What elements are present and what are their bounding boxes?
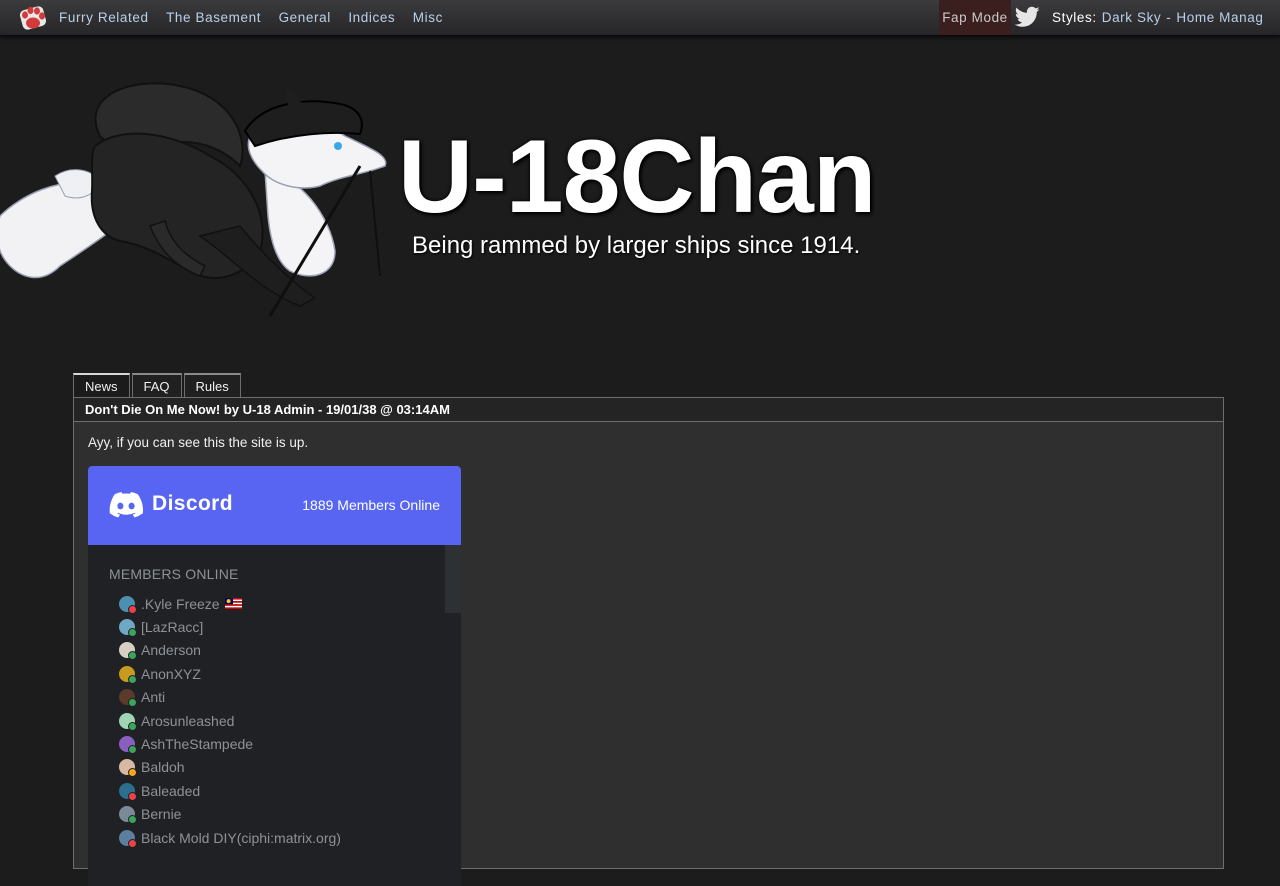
fap-mode-toggle[interactable]: Fap Mode <box>939 0 1011 35</box>
member-avatar <box>119 736 137 755</box>
malaysia-flag-icon <box>224 598 242 610</box>
member-name: [LazRacc] <box>141 619 204 636</box>
member-name: Anti <box>141 689 166 706</box>
site-title: U-18Chan <box>398 119 876 235</box>
member-avatar <box>119 689 137 708</box>
discord-member[interactable]: Black Mold DIY(ciphi:matrix.org) <box>119 826 341 849</box>
paw-logo-icon[interactable] <box>16 2 50 33</box>
status-dot-icon <box>128 721 137 731</box>
news-panel: Don't Die On Me Now! by U-18 Admin - 19/… <box>73 397 1224 886</box>
tab-rules[interactable]: Rules <box>183 373 241 398</box>
member-avatar <box>119 712 137 731</box>
top-navigation-bar: Furry Related The Basement General Indic… <box>0 0 1280 36</box>
discord-widget: Discord 1889 Members Online MEMBERS ONLI… <box>88 466 461 886</box>
member-name: AnonXYZ <box>141 665 201 682</box>
discord-member[interactable]: Bernie <box>119 803 341 826</box>
status-dot-icon <box>128 628 137 638</box>
site-tagline: Being rammed by larger ships since 1914. <box>412 232 861 259</box>
nav-indices[interactable]: Indices <box>348 10 395 25</box>
discord-member[interactable]: Baleaded <box>119 779 341 802</box>
discord-scrollbar[interactable] <box>445 545 461 613</box>
status-dot-icon <box>128 698 137 708</box>
discord-widget-header: Discord 1889 Members Online <box>88 466 461 545</box>
discord-member[interactable]: AnonXYZ <box>119 662 341 685</box>
member-name: Black Mold DIY(ciphi:matrix.org) <box>141 829 341 846</box>
style-dark-sky-link[interactable]: Dark Sky <box>1102 10 1162 25</box>
styles-separator: - <box>1166 10 1172 25</box>
info-tabs: News FAQ Rules <box>73 373 243 398</box>
member-name: .Kyle Freeze <box>141 595 220 612</box>
discord-section-title: MEMBERS ONLINE <box>109 566 239 582</box>
member-name: Baleaded <box>141 782 201 799</box>
member-name: Arosunleashed <box>141 712 235 729</box>
status-dot-icon <box>128 745 137 755</box>
board-category-nav: Furry Related The Basement General Indic… <box>59 0 460 35</box>
member-avatar <box>119 782 137 801</box>
discord-member[interactable]: Anti <box>119 686 341 709</box>
member-name: Baldoh <box>141 759 185 776</box>
tab-news[interactable]: News <box>73 373 130 398</box>
twitter-bird-icon[interactable] <box>1015 6 1040 28</box>
discord-members-online-count: 1889 Members Online <box>302 497 440 513</box>
nav-the-basement[interactable]: The Basement <box>166 10 261 25</box>
member-avatar <box>119 642 137 661</box>
discord-member[interactable]: .Kyle Freeze <box>119 592 341 615</box>
news-heading: Don't Die On Me Now! by U-18 Admin - 19/… <box>74 398 1223 422</box>
member-avatar <box>119 595 137 614</box>
discord-member[interactable]: Arosunleashed <box>119 709 341 732</box>
discord-member[interactable]: Anderson <box>119 639 341 662</box>
discord-widget-body: MEMBERS ONLINE .Kyle Freeze [LazRacc] Ande… <box>88 545 461 886</box>
discord-logo-icon[interactable] <box>109 492 143 518</box>
status-dot-icon <box>128 651 137 661</box>
nav-furry-related[interactable]: Furry Related <box>59 10 149 25</box>
member-avatar <box>119 759 137 778</box>
styles-label: Styles: <box>1052 10 1097 25</box>
discord-member[interactable]: [LazRacc] <box>119 615 341 638</box>
status-dot-icon <box>128 815 137 825</box>
member-name: Anderson <box>141 642 201 659</box>
member-avatar <box>119 619 137 638</box>
member-avatar <box>119 829 137 848</box>
status-dot-icon <box>128 768 137 778</box>
member-name: AshTheStampede <box>141 736 254 753</box>
status-dot-icon <box>128 674 137 684</box>
status-dot-icon <box>128 791 137 801</box>
discord-member-list: .Kyle Freeze [LazRacc] Anderson AnonXYZ Anti… <box>119 592 341 849</box>
discord-member[interactable]: AshTheStampede <box>119 732 341 755</box>
tab-faq[interactable]: FAQ <box>131 373 182 398</box>
member-name: Bernie <box>141 806 182 823</box>
styles-selector: Styles: Dark Sky - Home Manag <box>1052 0 1263 35</box>
discord-brand-name: Discord <box>152 492 233 515</box>
nav-misc[interactable]: Misc <box>413 10 443 25</box>
home-manage-link[interactable]: Home Manag <box>1176 10 1263 25</box>
discord-member[interactable]: Baldoh <box>119 756 341 779</box>
mascot-illustration <box>0 82 387 317</box>
status-dot-icon <box>128 604 137 614</box>
member-avatar <box>119 665 137 684</box>
news-body: Ayy, if you can see this the site is up. <box>88 435 309 450</box>
member-avatar <box>119 806 137 825</box>
status-dot-icon <box>128 838 137 848</box>
nav-general[interactable]: General <box>279 10 331 25</box>
